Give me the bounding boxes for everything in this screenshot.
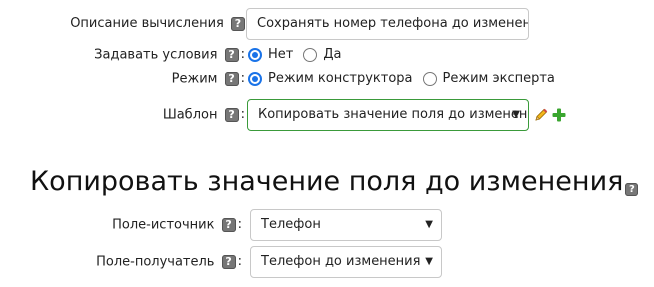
conditions-label-row: Задавать условия ?: [94, 47, 245, 64]
description-label: Описание вычисления [70, 16, 224, 31]
conditions-radio-group: Нет Да [248, 47, 351, 63]
source-field-label-row: Поле-источник ?: [112, 217, 242, 234]
conditions-option-no-label: Нет [268, 47, 294, 62]
colon: : [240, 47, 245, 62]
source-field-label: Поле-источник [112, 217, 215, 233]
target-field-label: Поле-получатель [96, 254, 215, 270]
conditions-label: Задавать условия [94, 47, 218, 63]
chevron-down-icon: ▼ [425, 256, 433, 267]
conditions-option-yes-label: Да [323, 47, 342, 62]
mode-option-expert-label: Режим эксперта [442, 71, 555, 86]
colon: : [240, 107, 245, 122]
radio-button-selected[interactable] [248, 48, 262, 62]
mode-label: Режим [171, 71, 218, 87]
mode-option-constructor-label: Режим конструктора [268, 71, 413, 86]
pencil-icon[interactable] [533, 107, 549, 123]
colon: : [240, 71, 245, 86]
description-label-row: Описание вычисления ? [70, 16, 245, 32]
colon: : [237, 217, 242, 232]
mode-option-expert[interactable]: Режим эксперта [422, 71, 555, 87]
template-select[interactable]: Копировать значение поля до изменения ▼ [247, 99, 529, 131]
plus-icon[interactable] [551, 107, 567, 123]
radio-button[interactable] [422, 72, 437, 86]
target-field-label-row: Поле-получатель ?: [96, 254, 242, 271]
help-icon[interactable]: ? [221, 255, 236, 269]
conditions-option-no[interactable]: Нет [248, 47, 293, 63]
help-icon[interactable]: ? [224, 48, 239, 62]
target-field-select[interactable]: Телефон до изменения ▼ [250, 246, 442, 278]
target-field-value: Телефон до изменения [261, 254, 421, 269]
template-select-value: Копировать значение поля до изменения [258, 107, 529, 122]
chevron-down-icon: ▼ [512, 109, 520, 120]
colon: : [237, 254, 242, 269]
radio-button-selected[interactable] [248, 72, 262, 86]
mode-radio-group: Режим конструктора Режим эксперта [248, 71, 565, 87]
mode-option-constructor[interactable]: Режим конструктора [248, 71, 413, 87]
help-icon[interactable]: ? [224, 72, 239, 86]
help-icon[interactable]: ? [231, 16, 245, 31]
source-field-select[interactable]: Телефон ▼ [250, 209, 442, 241]
source-field-value: Телефон [261, 217, 321, 232]
mode-label-row: Режим ?: [172, 71, 245, 88]
radio-button[interactable] [303, 48, 318, 62]
conditions-option-yes[interactable]: Да [303, 47, 341, 63]
section-title: Копировать значение поля до изменения [30, 166, 624, 197]
chevron-down-icon: ▼ [425, 219, 433, 230]
help-icon[interactable]: ? [224, 108, 239, 122]
help-icon[interactable]: ? [221, 218, 236, 232]
section-title-row: Копировать значение поля до изменения? [30, 164, 639, 200]
template-label: Шаблон [162, 107, 218, 123]
template-label-row: Шаблон ?: [163, 107, 245, 124]
description-input[interactable]: Сохранять номер телефона до изменения [246, 8, 529, 40]
help-icon[interactable]: ? [625, 183, 639, 196]
